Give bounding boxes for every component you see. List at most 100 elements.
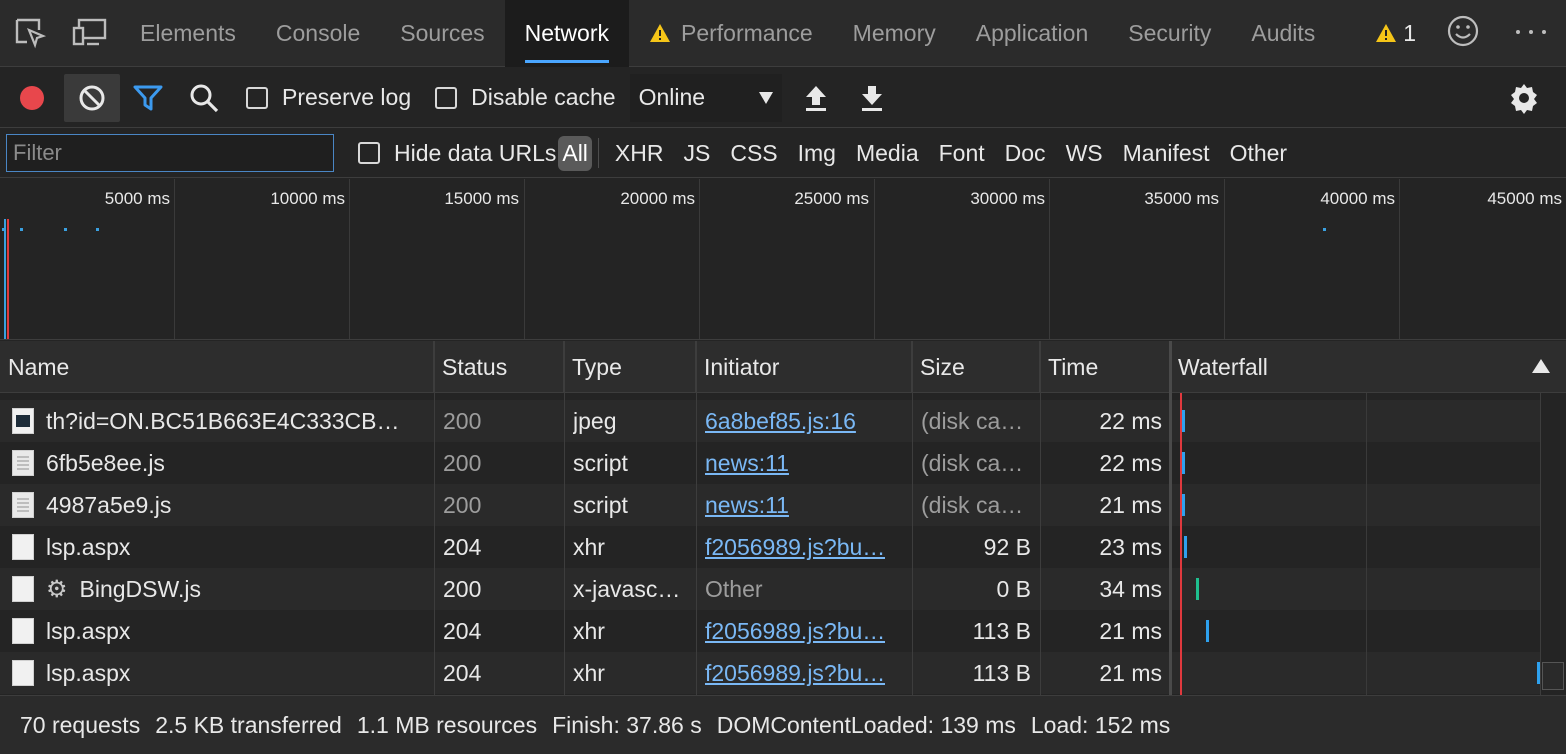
cell-size: 113 B (921, 652, 1031, 694)
column-header-size[interactable]: Size (912, 341, 1040, 393)
tab-audits[interactable]: Audits (1231, 0, 1335, 67)
initiator-link[interactable]: news:11 (705, 450, 789, 477)
checkbox-box[interactable] (246, 86, 268, 109)
tab-sources[interactable]: Sources (380, 0, 504, 67)
table-row[interactable]: 4987a5e9.js 200 script news:11 (disk ca…… (0, 484, 1566, 526)
column-divider[interactable] (696, 341, 697, 695)
filter-toggle-button[interactable] (120, 74, 176, 122)
tab-network[interactable]: Network (504, 0, 629, 67)
more-options-icon[interactable] (1514, 24, 1548, 42)
request-name: lsp.aspx (46, 617, 131, 644)
column-divider[interactable] (564, 341, 565, 695)
cell-type: xhr (573, 652, 691, 694)
request-time: 21 ms (1099, 659, 1162, 686)
column-header-time[interactable]: Time (1040, 341, 1170, 393)
initiator-link[interactable]: news:11 (705, 492, 789, 519)
blank-file-icon (12, 576, 34, 602)
blank-file-icon (12, 660, 34, 686)
table-row[interactable]: th?id=ON.BC51B663E4C333CB… 200 jpeg 6a8b… (0, 400, 1566, 442)
checkbox-box[interactable] (358, 142, 380, 164)
preserve-log-checkbox[interactable]: Preserve log (246, 84, 411, 111)
filter-type-font[interactable]: Font (929, 140, 995, 167)
chevron-down-icon (758, 91, 773, 104)
cell-initiator: f2056989.js?bu… (705, 652, 905, 694)
initiator-link[interactable]: 6a8bef85.js:16 (705, 408, 856, 435)
warnings-counter[interactable]: 1 (1375, 20, 1416, 47)
devtools-tab-bar: Elements Console Sources Network Perform… (0, 0, 1566, 67)
filter-type-js[interactable]: JS (673, 140, 720, 167)
record-button[interactable] (4, 74, 60, 122)
throttling-select[interactable]: Online (629, 73, 782, 122)
filter-type-manifest[interactable]: Manifest (1113, 140, 1220, 167)
filter-type-all[interactable]: All (558, 135, 592, 171)
table-row[interactable]: lsp.aspx 204 xhr f2056989.js?bu… 113 B 2… (0, 610, 1566, 652)
table-row[interactable]: 6fb5e8ee.js 200 script news:11 (disk ca…… (0, 442, 1566, 484)
cell-name: lsp.aspx (0, 610, 430, 652)
filter-type-doc[interactable]: Doc (995, 140, 1056, 167)
column-divider[interactable] (1169, 341, 1172, 695)
filter-type-img[interactable]: Img (788, 140, 846, 167)
tab-console[interactable]: Console (256, 0, 380, 67)
column-divider[interactable] (434, 341, 435, 695)
filter-type-xhr[interactable]: XHR (605, 140, 674, 167)
search-button[interactable] (176, 74, 232, 122)
initiator-link[interactable]: f2056989.js?bu… (705, 660, 885, 687)
script-file-icon (12, 450, 34, 476)
initiator-link[interactable]: f2056989.js?bu… (705, 534, 885, 561)
tab-memory[interactable]: Memory (833, 0, 956, 67)
vertical-scrollbar[interactable] (1540, 393, 1566, 695)
filter-input[interactable] (6, 134, 334, 172)
hide-data-urls-checkbox[interactable]: Hide data URLs (358, 140, 556, 167)
feedback-smiley-icon[interactable] (1446, 14, 1480, 53)
network-overview-timeline[interactable]: 5000 ms 10000 ms 15000 ms 20000 ms 25000… (0, 179, 1566, 340)
column-header-label: Waterfall (1178, 353, 1268, 380)
filter-type-other[interactable]: Other (1220, 140, 1298, 167)
device-toolbar-icon[interactable] (60, 0, 120, 67)
request-size: 0 B (996, 575, 1031, 602)
table-row[interactable]: lsp.aspx 204 xhr f2056989.js?bu… 92 B 23… (0, 526, 1566, 568)
waterfall-bar (1196, 578, 1199, 600)
column-header-label: Initiator (704, 353, 780, 380)
column-header-name[interactable]: Name (0, 341, 434, 393)
column-header-initiator[interactable]: Initiator (696, 341, 912, 393)
filter-type-media[interactable]: Media (846, 140, 929, 167)
request-size: 113 B (972, 617, 1031, 644)
filter-type-css[interactable]: CSS (720, 140, 787, 167)
clear-button[interactable] (64, 73, 120, 122)
request-time: 21 ms (1099, 617, 1162, 644)
disable-cache-checkbox[interactable]: Disable cache (435, 84, 616, 111)
request-time: 21 ms (1099, 491, 1162, 518)
column-header-waterfall[interactable]: Waterfall (1170, 341, 1566, 393)
tab-application[interactable]: Application (956, 0, 1109, 67)
cell-size: 113 B (921, 610, 1031, 652)
import-har-button[interactable] (788, 74, 844, 122)
initiator-link[interactable]: f2056989.js?bu… (705, 618, 885, 645)
column-header-type[interactable]: Type (564, 341, 696, 393)
tab-performance[interactable]: Performance (629, 0, 833, 67)
filter-type-ws[interactable]: WS (1056, 140, 1113, 167)
image-file-icon (12, 408, 34, 434)
table-top-spacer (0, 393, 1566, 400)
request-name: 6fb5e8ee.js (46, 449, 165, 476)
table-row[interactable]: lsp.aspx 204 xhr f2056989.js?bu… 113 B 2… (0, 652, 1566, 694)
column-header-status[interactable]: Status (434, 341, 564, 393)
disable-cache-label: Disable cache (471, 84, 616, 110)
network-toolbar: Preserve log Disable cache Online (0, 68, 1566, 128)
tab-elements[interactable]: Elements (120, 0, 256, 67)
column-divider[interactable] (912, 341, 913, 695)
inspect-element-icon[interactable] (0, 0, 60, 67)
cell-time: 21 ms (1040, 484, 1162, 526)
cell-time: 22 ms (1040, 442, 1162, 484)
table-row[interactable]: ⚙ BingDSW.js 200 x-javasc… Other 0 B 34 m… (0, 568, 1566, 610)
network-settings-button[interactable] (1496, 74, 1552, 122)
tab-label: Audits (1251, 19, 1316, 46)
cell-time: 21 ms (1040, 610, 1162, 652)
tab-security[interactable]: Security (1108, 0, 1231, 67)
export-har-button[interactable] (844, 74, 900, 122)
tab-label: Application (975, 19, 1089, 46)
tab-label: Elements (140, 19, 236, 46)
checkbox-box[interactable] (435, 86, 458, 109)
waterfall-load-marker (1180, 393, 1182, 695)
scrollbar-thumb[interactable] (1542, 662, 1564, 690)
column-divider[interactable] (1040, 341, 1041, 695)
